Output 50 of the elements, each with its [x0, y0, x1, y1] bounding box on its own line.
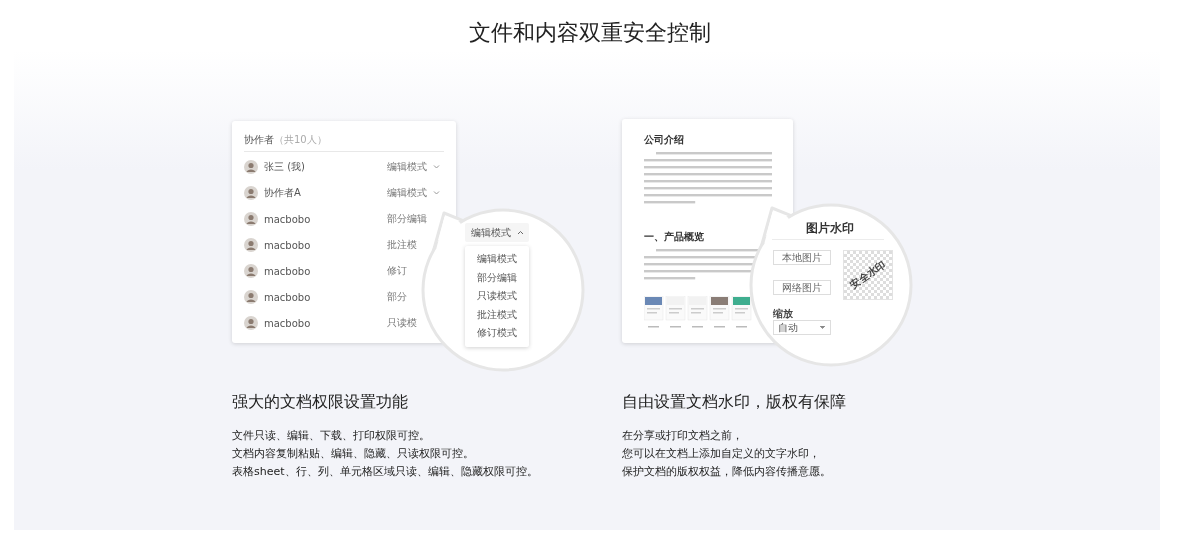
- member-name: macbobo: [264, 265, 312, 277]
- avatar-icon: [244, 290, 258, 304]
- member-name: 协作者A: [264, 186, 302, 200]
- caret-icon: [516, 230, 524, 235]
- document-heading: 一、产品概览: [644, 230, 705, 244]
- scale-select[interactable]: 自动: [773, 320, 831, 335]
- mode-dropdown[interactable]: 编辑模式: [465, 223, 529, 242]
- permission-mode: 部分: [387, 290, 407, 304]
- feature-text: 在分享或打印文档之前，: [622, 428, 744, 444]
- member-name: macbobo: [264, 291, 312, 303]
- permission-mode: 只读模: [387, 316, 417, 330]
- avatar-icon: [244, 316, 258, 330]
- section-title: 文件和内容双重安全控制: [467, 19, 712, 47]
- permission-mode[interactable]: 编辑模式: [387, 186, 427, 200]
- menu-item[interactable]: 修订模式: [465, 324, 529, 343]
- image-button[interactable]: 本地图片: [773, 250, 831, 265]
- menu-item[interactable]: 批注模式: [465, 305, 529, 324]
- permission-mode: 批注模: [387, 238, 417, 252]
- scale-label: 缩放: [773, 307, 793, 321]
- avatar-icon: [244, 264, 258, 278]
- menu-item[interactable]: 编辑模式: [465, 250, 529, 269]
- feature-text: 表格sheet、行、列、单元格区域只读、编辑、隐藏权限可控。: [232, 464, 539, 480]
- document-heading: 公司介绍: [644, 133, 685, 147]
- menu-item[interactable]: 只读模式: [465, 287, 529, 306]
- avatar-icon: [244, 160, 258, 174]
- member-name: macbobo: [264, 213, 312, 225]
- feature-heading: 强大的文档权限设置功能: [232, 392, 409, 413]
- dialog-title: 图片水印: [805, 220, 855, 237]
- member-name: macbobo: [264, 239, 312, 251]
- panel-title: 协作者: [244, 133, 274, 147]
- member-name: macbobo: [264, 317, 312, 329]
- permission-mode: 部分编辑: [387, 212, 427, 226]
- feature-text: 您可以在文档上添加自定义的文字水印，: [622, 446, 821, 462]
- watermark-text: 安全水印: [847, 257, 889, 293]
- avatar-icon: [244, 212, 258, 226]
- feature-text: 保护文档的版权权益，降低内容传播意愿。: [622, 464, 832, 480]
- feature-heading: 自由设置文档水印，版权有保障: [622, 392, 847, 413]
- dropdown-value: 编辑模式: [470, 225, 511, 240]
- select-value: 自动: [778, 320, 798, 335]
- permission-mode: 修订: [387, 264, 407, 278]
- permission-mode[interactable]: 编辑模式: [387, 160, 427, 174]
- caret-icon: [819, 325, 826, 330]
- member-name: 张三 (我): [264, 160, 306, 174]
- feature-text: 文件只读、编辑、下载、打印权限可控。: [232, 428, 431, 444]
- member-count: （共10人）: [274, 133, 327, 147]
- image-button[interactable]: 网络图片: [773, 280, 831, 295]
- feature-text: 文档内容复制粘贴、编辑、隐藏、只读权限可控。: [232, 446, 475, 462]
- avatar-icon: [244, 238, 258, 252]
- avatar-icon: [244, 186, 258, 200]
- menu-item[interactable]: 部分编辑: [465, 268, 529, 287]
